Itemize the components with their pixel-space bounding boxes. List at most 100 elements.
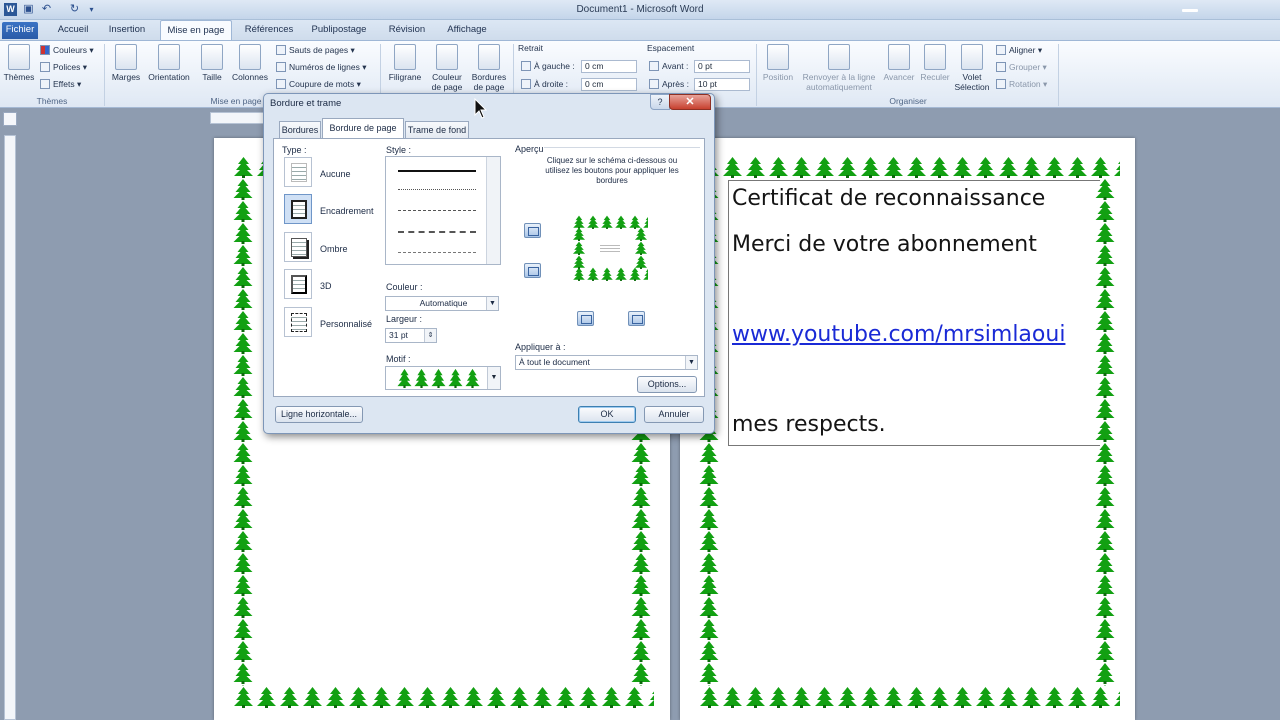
tab-review[interactable]: Révision	[382, 20, 432, 40]
style-solid[interactable]	[398, 170, 476, 172]
style-long-dash[interactable]	[398, 231, 476, 233]
tab-home[interactable]: Accueil	[52, 20, 94, 40]
close-icon[interactable]: ✕	[669, 94, 711, 110]
send-backward-icon	[924, 44, 946, 70]
indent-right-label: À droite :	[521, 77, 568, 91]
type-shadow-icon[interactable]	[284, 232, 312, 262]
vertical-ruler[interactable]	[4, 135, 16, 720]
selection-pane-icon	[961, 44, 983, 70]
line-numbers-button[interactable]: Numéros de lignes ▾	[276, 60, 367, 74]
preview-text-lines	[600, 243, 620, 253]
divider	[756, 44, 757, 106]
document-page-2[interactable]: Certificat de reconnaissance Merci de vo…	[680, 138, 1135, 720]
type-3d-label[interactable]: 3D	[320, 281, 332, 291]
apply-to-dropdown[interactable]: À tout le document ▼	[515, 355, 698, 370]
page-borders-button[interactable]: Bordures de page	[468, 44, 510, 92]
style-scrollbar[interactable]	[486, 157, 500, 264]
size-button[interactable]: Taille	[197, 44, 227, 82]
bottom-border-button[interactable]	[524, 263, 541, 278]
options-button[interactable]: Options...	[637, 376, 697, 393]
tab-file[interactable]: Fichier	[2, 22, 38, 39]
send-backward-button[interactable]: Reculer	[918, 44, 952, 82]
watermark-icon	[394, 44, 416, 70]
type-none-label[interactable]: Aucune	[320, 169, 351, 179]
hyphenation-icon	[276, 79, 286, 89]
type-box-icon[interactable]	[284, 194, 312, 224]
effects-button[interactable]: Effets ▾	[40, 77, 81, 91]
mouse-cursor-icon	[474, 98, 488, 119]
indent-title: Retrait	[518, 43, 544, 53]
spinner-icon[interactable]: ⇕	[424, 329, 436, 342]
title-bar: W ▣ ↶ ↻ ▾ Document1 - Microsoft Word	[0, 0, 1280, 20]
rotate-button[interactable]: Rotation ▾	[996, 77, 1047, 91]
tab-view[interactable]: Affichage	[441, 20, 493, 40]
colors-icon	[40, 45, 50, 55]
type-none-icon[interactable]	[284, 157, 312, 187]
indent-right-input[interactable]: 0 cm	[581, 78, 637, 91]
color-dropdown[interactable]: Automatique ▼	[385, 296, 499, 311]
tab-page-layout[interactable]: Mise en page	[160, 20, 232, 40]
tab-page-border[interactable]: Bordure de page	[322, 118, 404, 139]
youtube-link[interactable]: www.youtube.com/mrsimlaoui	[732, 322, 1065, 347]
margins-icon	[115, 44, 137, 70]
type-custom-icon[interactable]	[284, 307, 312, 337]
spacing-before-input[interactable]: 0 pt	[694, 60, 750, 73]
style-list[interactable]	[385, 156, 501, 265]
type-custom-label[interactable]: Personnalisé	[320, 319, 372, 329]
top-border-button[interactable]	[524, 223, 541, 238]
minimize-icon[interactable]	[1182, 9, 1198, 12]
preview-help-text: Cliquez sur le schéma ci-dessous ou util…	[545, 156, 679, 185]
style-dashed[interactable]	[398, 210, 476, 211]
align-icon	[996, 45, 1006, 55]
indent-left-input[interactable]: 0 cm	[581, 60, 637, 73]
cancel-button[interactable]: Annuler	[644, 406, 704, 423]
page-glyph-icon	[291, 275, 307, 294]
margins-button[interactable]: Marges	[109, 44, 143, 82]
border-preview-diagram[interactable]	[572, 215, 648, 281]
window-title: Document1 - Microsoft Word	[576, 4, 704, 15]
right-border-button[interactable]	[628, 311, 645, 326]
type-shadow-label[interactable]: Ombre	[320, 244, 348, 254]
tab-insert[interactable]: Insertion	[101, 20, 153, 40]
type-label: Type :	[282, 145, 307, 155]
help-icon[interactable]: ?	[650, 94, 670, 110]
fonts-button[interactable]: Polices ▾	[40, 60, 87, 74]
group-button[interactable]: Grouper ▾	[996, 60, 1047, 74]
tab-mailings[interactable]: Publipostage	[306, 20, 372, 40]
art-dropdown[interactable]: ▼	[385, 366, 501, 390]
dialog-body: Type : Aucune Encadrement Ombre 3D Perso…	[273, 138, 705, 397]
chevron-down-icon: ▼	[685, 356, 697, 369]
themes-icon	[8, 44, 30, 70]
tab-references[interactable]: Références	[240, 20, 298, 40]
page-color-button[interactable]: Couleur de page	[428, 44, 466, 92]
width-input[interactable]: 31 pt ⇕	[385, 328, 437, 343]
orientation-button[interactable]: Orientation	[143, 44, 195, 82]
colors-button[interactable]: Couleurs ▾	[40, 43, 94, 57]
wrap-text-button[interactable]: Renvoyer à la ligne automatiquement	[798, 44, 880, 92]
line-numbers-icon	[276, 62, 286, 72]
position-button[interactable]: Position	[760, 44, 796, 82]
tab-shading[interactable]: Trame de fond	[405, 121, 469, 139]
selection-pane-button[interactable]: Volet Sélection	[954, 44, 990, 92]
left-border-button[interactable]	[577, 311, 594, 326]
type-3d-icon[interactable]	[284, 269, 312, 299]
ribbon-tabs: Fichier Accueil Insertion Mise en page R…	[0, 20, 1280, 40]
spacing-after-input[interactable]: 10 pt	[694, 78, 750, 91]
hyphenation-button[interactable]: Coupure de mots ▾	[276, 77, 361, 91]
group-icon	[996, 62, 1006, 72]
type-box-label[interactable]: Encadrement	[320, 206, 374, 216]
horizontal-line-button[interactable]: Ligne horizontale...	[275, 406, 363, 423]
columns-button[interactable]: Colonnes	[229, 44, 271, 82]
style-dotted[interactable]	[398, 189, 476, 190]
align-button[interactable]: Aligner ▾	[996, 43, 1042, 57]
bring-forward-button[interactable]: Avancer	[882, 44, 916, 82]
page-border-bottom	[232, 686, 654, 708]
breaks-button[interactable]: Sauts de pages ▾	[276, 43, 355, 57]
tab-selector[interactable]	[3, 112, 17, 126]
style-dash-dot[interactable]	[398, 252, 476, 253]
text-box[interactable]	[728, 180, 1100, 446]
ok-button[interactable]: OK	[578, 406, 636, 423]
themes-button[interactable]: Thèmes	[3, 44, 35, 82]
tab-borders[interactable]: Bordures	[279, 121, 321, 139]
watermark-button[interactable]: Filigrane	[385, 44, 425, 82]
